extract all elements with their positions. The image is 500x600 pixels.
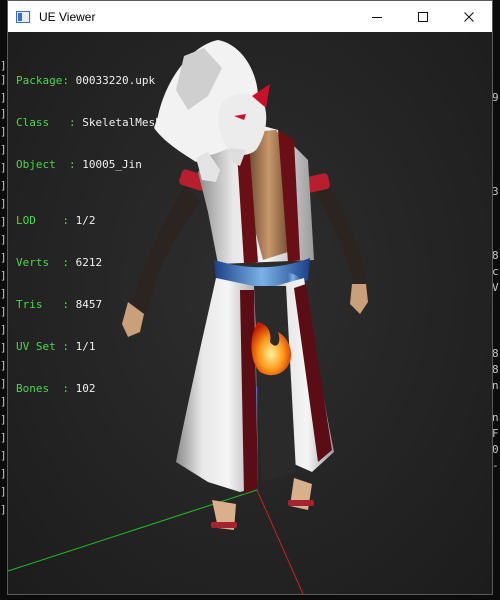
console-glyph: ]	[0, 359, 7, 372]
info-separator: :	[35, 214, 76, 227]
info-value: 1/2	[75, 214, 96, 227]
3d-viewport[interactable]: Package: 00033220.upk Class : SkeletalMe…	[8, 32, 492, 594]
info-label: Verts	[16, 256, 50, 269]
console-glyph: ]	[0, 503, 7, 516]
console-glyph: ]	[0, 251, 7, 264]
console-glyph: ]	[0, 287, 7, 300]
info-row-package: Package: 00033220.upk	[16, 74, 162, 88]
console-glyph: ]	[0, 341, 7, 354]
close-icon	[464, 11, 474, 22]
console-glyph: ]	[0, 73, 7, 86]
info-value: 10005_Jin	[82, 158, 142, 171]
info-separator: :	[49, 116, 83, 129]
console-glyph: ]	[0, 413, 7, 426]
console-glyph: ]	[0, 215, 7, 228]
info-value: 1/1	[75, 340, 96, 353]
info-row-class: Class : SkeletalMesh	[16, 116, 162, 130]
ue-viewer-window[interactable]: UE Viewer Package: 00033220.upk Class: …	[7, 0, 493, 595]
console-glyph: ]	[0, 143, 7, 156]
console-glyph: ]	[0, 431, 7, 444]
console-glyph: ]	[0, 377, 7, 390]
console-glyph: ]	[0, 485, 7, 498]
console-glyph: ]	[0, 305, 7, 318]
right-hand	[350, 284, 368, 314]
window-title: UE Viewer	[39, 9, 96, 24]
maximize-button[interactable]	[400, 1, 446, 32]
console-glyph: ]	[0, 125, 7, 138]
console-glyph: ]	[0, 107, 7, 120]
info-label: Object	[16, 158, 56, 171]
info-row-lod: LOD : 1/2	[16, 214, 162, 228]
mesh-info-overlay: Package: 00033220.upk Class : SkeletalMe…	[16, 46, 162, 424]
console-glyph: ]	[0, 233, 7, 246]
info-label: Bones	[16, 382, 50, 395]
info-row-tris: Tris : 8457	[16, 298, 162, 312]
info-value: 102	[75, 382, 96, 395]
console-glyph: ]	[0, 467, 7, 480]
info-separator: :	[49, 256, 76, 269]
info-value: 6212	[75, 256, 103, 269]
info-value: SkeletalMesh	[82, 116, 162, 129]
app-icon	[16, 10, 30, 23]
console-glyph: ]	[0, 323, 7, 336]
console-glyph: ]	[0, 161, 7, 174]
console-glyph: ]	[0, 59, 7, 72]
console-glyph: ]	[0, 395, 7, 408]
title-bar[interactable]: UE Viewer	[8, 1, 492, 32]
info-value: 00033220.upk	[75, 74, 156, 87]
close-button[interactable]	[446, 1, 492, 32]
info-separator: :	[55, 340, 76, 353]
info-label: Class	[16, 116, 50, 129]
console-glyph: ]	[0, 197, 7, 210]
info-row-uvset: UV Set : 1/1	[16, 340, 162, 354]
info-label: Package	[16, 74, 63, 87]
info-value: 8457	[75, 298, 103, 311]
console-glyph: ]	[0, 179, 7, 192]
minimize-icon	[372, 16, 382, 18]
console-glyph: ]	[0, 91, 7, 104]
info-separator: :	[49, 382, 76, 395]
info-row-object: Object : 10005_Jin	[16, 158, 162, 172]
info-row-verts: Verts : 6212	[16, 256, 162, 270]
info-label: UV Set	[16, 340, 56, 353]
info-label: LOD	[16, 214, 36, 227]
right-sandal	[288, 500, 314, 506]
minimize-button[interactable]	[354, 1, 400, 32]
info-separator: :	[42, 298, 76, 311]
info-separator: :	[55, 158, 83, 171]
console-glyph: ]	[0, 449, 7, 462]
maximize-icon	[418, 11, 428, 22]
left-sandal	[211, 522, 237, 528]
right-arm	[310, 178, 368, 294]
console-glyph: ]	[0, 269, 7, 282]
info-separator: :	[62, 74, 76, 87]
info-label: Tris	[16, 298, 43, 311]
info-row-bones: Bones : 102	[16, 382, 162, 396]
